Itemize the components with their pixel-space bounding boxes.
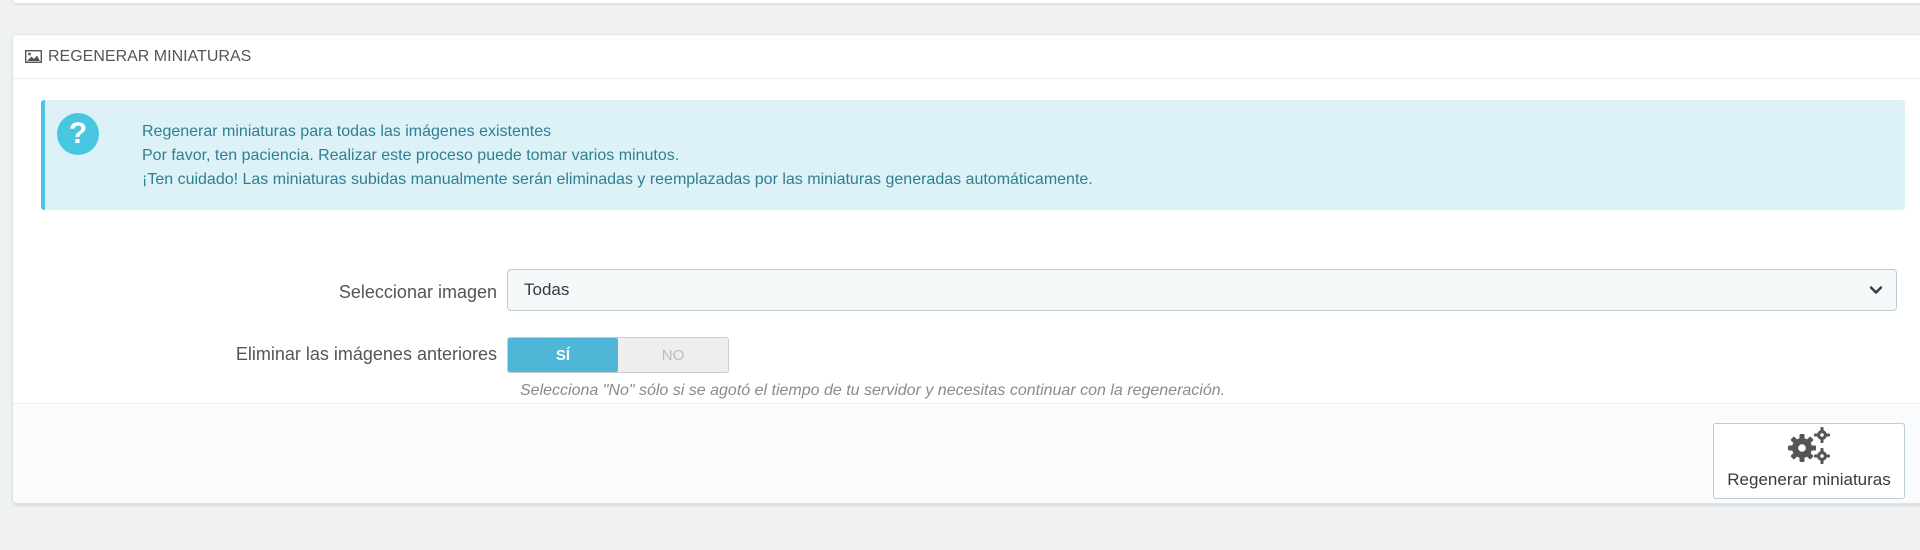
select-image-label: Seleccionar imagen <box>338 282 497 302</box>
regenerate-thumbnails-button[interactable]: Regenerar miniaturas <box>1713 423 1905 499</box>
regenerate-thumbnails-panel: REGENERAR MINIATURAS ? Regenerar miniatu… <box>12 34 1920 504</box>
delete-old-images-switch: SÍ NO <box>507 337 729 373</box>
previous-panel <box>12 0 1920 4</box>
alert-line: Por favor, ten paciencia. Realizar este … <box>142 147 680 164</box>
help-text: Selecciona "No" sólo si se agotó el tiem… <box>520 382 1226 399</box>
panel-heading: REGENERAR MINIATURAS <box>13 35 1920 79</box>
chevron-down-icon <box>1869 286 1883 294</box>
alert-line: Regenerar miniaturas para todas las imág… <box>142 123 552 140</box>
info-alert: ? Regenerar miniaturas para todas las im… <box>41 100 1905 210</box>
alert-line: ¡Ten cuidado! Las miniaturas subidas man… <box>142 171 1093 188</box>
delete-old-images-label: Eliminar las imágenes anteriores <box>235 344 497 364</box>
select-image-value: Todas <box>524 280 570 299</box>
select-image-dropdown[interactable]: Todas <box>507 269 1897 311</box>
cogs-icon <box>1788 427 1830 464</box>
question-icon: ? <box>57 113 99 155</box>
picture-icon <box>25 50 42 63</box>
panel-footer: Regenerar miniaturas <box>13 403 1920 503</box>
alert-text: Regenerar miniaturas para todas las imág… <box>142 120 1093 192</box>
switch-no-option[interactable]: NO <box>618 338 728 372</box>
switch-yes-option[interactable]: SÍ <box>508 338 618 372</box>
regenerate-button-label: Regenerar miniaturas <box>1727 470 1891 489</box>
panel-title: REGENERAR MINIATURAS <box>48 47 252 65</box>
